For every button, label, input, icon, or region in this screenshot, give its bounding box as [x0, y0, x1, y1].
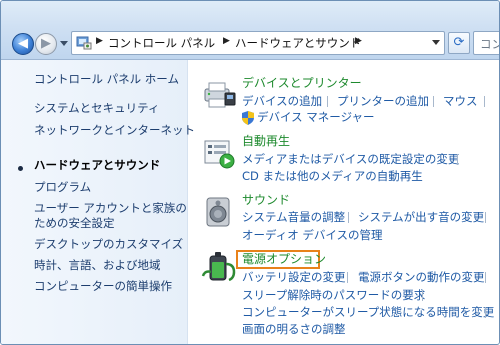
link-adjust-volume[interactable]: システム音量の調整 [242, 210, 345, 225]
refresh-button[interactable]: ⟳ [448, 32, 470, 54]
breadcrumb-separator[interactable]: ▶ [355, 36, 362, 46]
breadcrumb-control-panel[interactable]: コントロール パネル [108, 36, 215, 50]
address-dropdown-icon[interactable] [432, 40, 440, 45]
link-power-button-action[interactable]: 電源ボタンの動作の変更 [358, 270, 485, 285]
link-separator [327, 96, 328, 107]
forward-button[interactable]: ▶ [35, 33, 57, 55]
sidebar-item-clock-region[interactable]: 時計、言語、および地域 [34, 258, 161, 273]
search-input[interactable]: コン [473, 31, 499, 55]
recent-pages-dropdown[interactable] [60, 41, 68, 46]
back-button[interactable]: ◀ [12, 33, 34, 55]
link-separator [433, 96, 434, 107]
sidebar-item-appearance[interactable]: デスクトップのカスタマイズ [34, 237, 183, 252]
sidebar-item-system-security[interactable]: システムとセキュリティ [34, 101, 159, 116]
category-title-power-options[interactable]: 電源オプション [242, 252, 326, 267]
link-add-printer[interactable]: プリンターの追加 [337, 94, 429, 109]
link-separator [422, 290, 423, 301]
category-title-devices-printers[interactable]: デバイスとプリンター [242, 76, 362, 91]
sidebar-item-programs[interactable]: プログラム [34, 180, 91, 195]
category-title-autoplay[interactable]: 自動再生 [242, 134, 290, 149]
link-add-device[interactable]: デバイスの追加 [242, 94, 322, 109]
link-separator [485, 272, 486, 283]
category-title-sound[interactable]: サウンド [242, 193, 290, 208]
link-separator [485, 307, 486, 318]
navigation-bar: ◀ ▶ ▶ コントロール パネル ▶ ハードウェアとサウンド ▶ ⟳ コン [1, 1, 499, 60]
breadcrumb-separator[interactable]: ▶ [96, 36, 103, 46]
link-battery-settings[interactable]: バッテリ設定の変更 [242, 270, 346, 285]
link-device-manager[interactable]: デバイス マネージャー [257, 110, 375, 125]
forward-arrow-icon: ▶ [41, 36, 51, 51]
refresh-icon: ⟳ [453, 35, 465, 50]
control-panel-window: ◀ ▶ ▶ コントロール パネル ▶ ハードウェアとサウンド ▶ ⟳ コン コン… [0, 0, 500, 345]
speaker-icon[interactable] [201, 195, 237, 229]
uac-shield-icon [242, 111, 254, 125]
link-change-system-sounds[interactable]: システムが出す音の変更 [358, 210, 484, 225]
breadcrumb-hardware-sound[interactable]: ハードウェアとサウンド [235, 36, 361, 50]
link-sleep-timer[interactable]: コンピューターがスリープ状態になる時間を変更 [242, 305, 494, 320]
address-bar[interactable]: ▶ コントロール パネル ▶ ハードウェアとサウンド ▶ [71, 31, 445, 55]
back-arrow-icon: ◀ [18, 36, 28, 51]
sidebar-item-user-accounts-line2[interactable]: ための安全設定 [34, 216, 115, 231]
link-wakeup-password[interactable]: スリープ解除時のパスワードの要求 [242, 288, 425, 303]
link-autoplay-cd[interactable]: CD または他のメディアの自動再生 [242, 169, 423, 184]
control-panel-icon [76, 36, 92, 50]
breadcrumb-separator[interactable]: ▶ [223, 36, 230, 46]
link-screen-brightness[interactable]: 画面の明るさの調整 [242, 322, 346, 337]
link-separator [484, 96, 485, 107]
link-mouse[interactable]: マウス [443, 94, 478, 109]
battery-icon[interactable] [201, 250, 237, 284]
link-autoplay-defaults[interactable]: メディアまたはデバイスの既定設定の変更 [242, 152, 459, 167]
sidebar-item-hardware-sound: ハードウェアとサウンド [34, 158, 161, 172]
link-separator [348, 212, 349, 223]
sidebar-item-network[interactable]: ネットワークとインターネット [34, 123, 195, 138]
current-item-bullet [18, 166, 23, 171]
link-manage-audio-devices[interactable]: オーディオ デバイスの管理 [242, 228, 383, 243]
autoplay-icon[interactable] [201, 137, 237, 171]
link-separator [485, 212, 486, 223]
search-placeholder: コン [480, 37, 499, 51]
link-separator [347, 272, 348, 283]
link-separator [457, 154, 458, 165]
sidebar-item-user-accounts[interactable]: ユーザー アカウントと家族の [34, 201, 187, 216]
sidebar-item-ease-of-access[interactable]: コンピューターの簡単操作 [34, 279, 172, 294]
printer-icon[interactable] [201, 79, 237, 113]
sidebar-item-home[interactable]: コントロール パネル ホーム [34, 72, 179, 87]
